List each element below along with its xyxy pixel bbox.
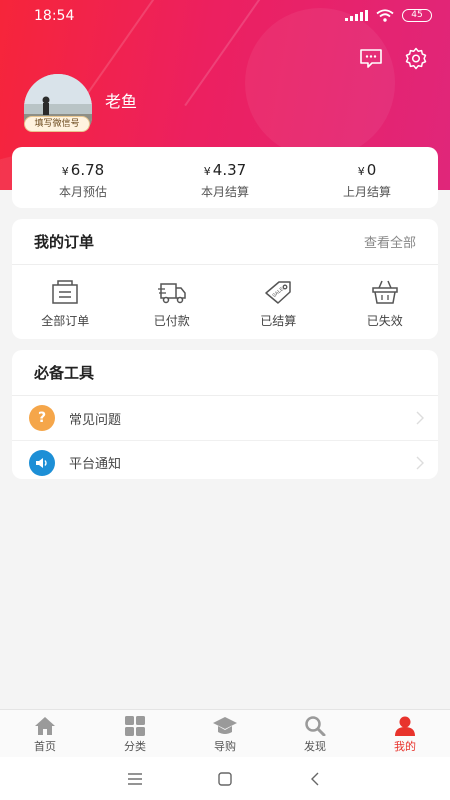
earnings-label: 本月预估 <box>58 185 107 199</box>
sale-tag-icon: SALE <box>265 281 291 304</box>
order-paid-label: 已付款 <box>153 314 190 328</box>
message-button[interactable] <box>358 46 384 72</box>
tool-notice[interactable]: 平台通知 <box>12 440 438 484</box>
earnings-value: 0 <box>366 161 377 179</box>
orders-title: 我的订单 <box>34 233 95 251</box>
tab-label: 分类 <box>124 740 146 753</box>
tool-faq-label: 常见问题 <box>69 412 122 428</box>
status-time: 18:54 <box>34 8 75 24</box>
order-list-icon <box>52 280 78 304</box>
order-all[interactable]: 全部订单 <box>12 265 119 339</box>
system-indicators: 45 <box>345 9 432 22</box>
my-orders-card: 我的订单 查看全部 全部订单 已付款 SALE 已结算 已失效 <box>12 219 438 339</box>
tab-label: 首页 <box>34 740 56 753</box>
message-icon <box>360 49 382 68</box>
status-bar: 18:54 45 <box>0 0 450 34</box>
tool-faq[interactable]: ? 常见问题 <box>12 396 438 440</box>
currency-symbol: ¥ <box>203 165 211 178</box>
bottom-tab-bar: 首页 分类 导购 发现 我的 <box>0 709 450 757</box>
signal-icon <box>345 10 368 21</box>
question-icon: ? <box>29 405 55 431</box>
person-icon <box>395 716 415 736</box>
earnings-value: 6.78 <box>70 161 105 179</box>
tab-category[interactable]: 分类 <box>90 710 180 757</box>
earnings-this-month-estimate[interactable]: ¥6.78 本月预估 <box>12 147 154 208</box>
order-status-row: 全部订单 已付款 SALE 已结算 已失效 <box>12 265 438 339</box>
orders-header: 我的订单 查看全部 <box>12 219 438 265</box>
chevron-right-icon <box>416 456 424 470</box>
basket-icon <box>372 280 398 304</box>
order-invalid-label: 已失效 <box>366 314 403 328</box>
earnings-last-month-settled[interactable]: ¥0 上月结算 <box>296 147 438 208</box>
search-icon <box>305 716 326 736</box>
earnings-value: 4.37 <box>212 161 247 179</box>
view-all-orders-link[interactable]: 查看全部 <box>364 232 416 251</box>
tab-discover[interactable]: 发现 <box>270 710 360 757</box>
grid-icon <box>125 716 145 736</box>
tools-title: 必备工具 <box>34 364 95 382</box>
earnings-this-month-settled[interactable]: ¥4.37 本月结算 <box>154 147 296 208</box>
wifi-icon <box>376 9 394 22</box>
username: 老鱼 <box>105 92 138 111</box>
tab-label: 发现 <box>304 740 326 753</box>
order-settled[interactable]: SALE 已结算 <box>225 265 332 339</box>
chevron-right-icon <box>416 411 424 425</box>
currency-symbol: ¥ <box>61 165 69 178</box>
system-navigation-bar <box>0 757 450 800</box>
earnings-card: ¥6.78 本月预估 ¥4.37 本月结算 ¥0 上月结算 <box>12 147 438 208</box>
tab-mine[interactable]: 我的 <box>360 710 450 757</box>
menu-icon <box>128 772 142 785</box>
tab-label: 导购 <box>214 740 236 753</box>
tools-header: 必备工具 <box>12 350 438 396</box>
home-nav-button[interactable] <box>213 767 237 791</box>
tools-card: 必备工具 ? 常见问题 平台通知 <box>12 350 438 479</box>
currency-symbol: ¥ <box>357 165 365 178</box>
gear-icon <box>405 47 427 70</box>
order-settled-label: 已结算 <box>260 314 297 328</box>
graduation-cap-icon <box>213 717 237 734</box>
battery-icon: 45 <box>402 9 432 22</box>
tab-label: 我的 <box>394 740 416 753</box>
settings-button[interactable] <box>403 46 429 72</box>
menu-nav-button[interactable] <box>123 767 147 791</box>
delivery-truck-icon <box>157 283 186 304</box>
home-icon <box>35 717 55 735</box>
order-all-label: 全部订单 <box>41 314 90 328</box>
back-nav-button[interactable] <box>303 767 327 791</box>
order-paid[interactable]: 已付款 <box>119 265 226 339</box>
tool-notice-label: 平台通知 <box>69 457 122 472</box>
back-icon <box>311 772 319 785</box>
square-icon <box>218 771 232 786</box>
order-invalid[interactable]: 已失效 <box>332 265 439 339</box>
earnings-label: 本月结算 <box>200 185 249 199</box>
speaker-icon <box>29 449 55 476</box>
earnings-label: 上月结算 <box>342 185 391 199</box>
tab-home[interactable]: 首页 <box>0 710 90 757</box>
tab-guide[interactable]: 导购 <box>180 710 270 757</box>
fill-wechat-tag[interactable]: 填写微信号 <box>24 116 90 132</box>
